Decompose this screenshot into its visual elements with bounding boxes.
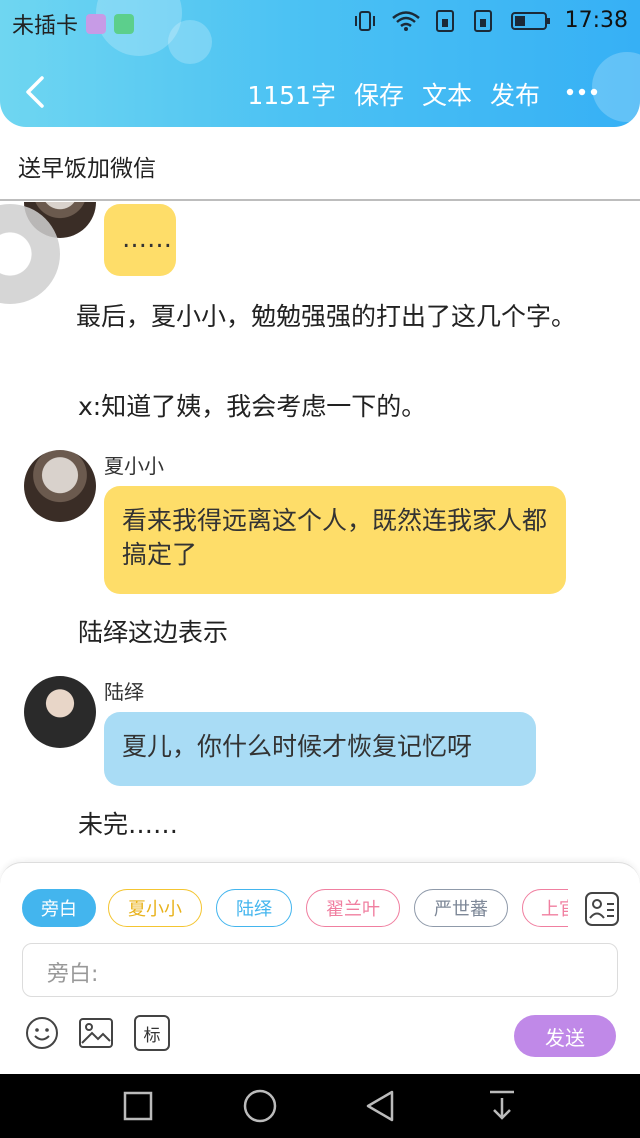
publish-button[interactable]: 发布 (490, 76, 540, 112)
image-icon[interactable] (78, 1015, 114, 1051)
chat-content[interactable]: …… 最后，夏小小，勉勉强强的打出了这几个字。 x:知道了姨，我会考虑一下的。 … (0, 202, 640, 862)
back-arrow-icon[interactable] (18, 72, 54, 112)
text-button[interactable]: 文本 (422, 76, 472, 112)
save-button[interactable]: 保存 (354, 76, 404, 112)
chat-bubble-text: 夏儿，你什么时候才恢复记忆呀 (122, 732, 473, 761)
role-chip-zhailanye[interactable]: 翟兰叶 (306, 889, 400, 927)
narration-text[interactable]: 未完…… (78, 808, 618, 842)
role-chip-luyi[interactable]: 陆绎 (216, 889, 292, 927)
narration-text[interactable]: 陆绎这边表示 (78, 616, 618, 650)
story-title-bar[interactable]: 送早饭加微信 (0, 127, 640, 201)
gallery-app-icon (86, 14, 107, 34)
chat-bubble[interactable]: …… (104, 204, 176, 276)
store-app-icon (114, 14, 135, 34)
compose-panel: 旁白 夏小小 陆绎 翟兰叶 严世蕃 上官 旁白: (0, 862, 640, 1074)
character-name: 夏小小 (104, 454, 164, 478)
word-count: 1151字 (247, 81, 336, 110)
status-bar: 未插卡 17:38 (0, 0, 640, 44)
more-icon[interactable] (564, 82, 600, 102)
system-nav-bar (0, 1074, 640, 1138)
role-chip-label: 夏小小 (128, 899, 182, 920)
tag-button[interactable]: 标 (134, 1015, 170, 1051)
contacts-icon[interactable] (584, 891, 620, 927)
role-chip-xiaxiaoxiao[interactable]: 夏小小 (108, 889, 202, 927)
sim1-icon (435, 9, 454, 32)
avatar[interactable] (24, 676, 96, 748)
send-label: 发送 (545, 1025, 585, 1050)
story-title[interactable]: 送早饭加微信 (18, 149, 156, 183)
recents-icon[interactable] (118, 1088, 158, 1124)
back-nav-icon[interactable] (360, 1088, 400, 1124)
toolbar-actions: 1151字 保存 文本 发布 (247, 76, 540, 112)
role-selector: 旁白 夏小小 陆绎 翟兰叶 严世蕃 上官 (22, 887, 568, 931)
sim2-icon (473, 9, 492, 32)
role-chip-label: 翟兰叶 (326, 899, 380, 920)
narration-text[interactable]: x:知道了姨，我会考虑一下的。 (78, 390, 618, 424)
chat-bubble[interactable]: 看来我得远离这个人，既然连我家人都搞定了 (104, 486, 566, 594)
character-name: 陆绎 (104, 680, 144, 704)
input-placeholder: 旁白: (47, 962, 99, 987)
notification-pulldown-icon[interactable] (482, 1088, 522, 1124)
role-chip-yanshifan[interactable]: 严世蕃 (414, 889, 508, 927)
vibrate-icon (354, 10, 375, 31)
message-input[interactable]: 旁白: (22, 943, 618, 997)
narration-text[interactable]: 最后，夏小小，勉勉强强的打出了这几个字。 (26, 300, 616, 334)
wifi-icon (391, 10, 420, 31)
role-chip-label: 旁白 (41, 899, 77, 920)
top-nav: 1151字 保存 文本 发布 (0, 64, 640, 120)
role-chip-label: 陆绎 (236, 899, 272, 920)
clock-time: 17:38 (564, 8, 628, 33)
role-chip-shangguan[interactable]: 上官 (522, 889, 568, 927)
chat-bubble-text: …… (122, 224, 172, 253)
tag-label: 标 (143, 1025, 161, 1046)
chat-bubble-text: 看来我得远离这个人，既然连我家人都搞定了 (122, 506, 548, 569)
role-chip-narration[interactable]: 旁白 (22, 889, 96, 927)
role-chip-label: 严世蕃 (434, 899, 488, 920)
battery-icon (510, 11, 550, 30)
carrier-text: 未插卡 (12, 14, 79, 39)
role-chip-label: 上官 (541, 899, 568, 920)
send-button[interactable]: 发送 (514, 1015, 616, 1057)
emoji-icon[interactable] (24, 1015, 60, 1051)
app-header: 未插卡 17:38 1151字 保存 文本 发布 (0, 0, 640, 127)
home-icon[interactable] (240, 1088, 280, 1124)
avatar[interactable] (24, 450, 96, 522)
chat-bubble[interactable]: 夏儿，你什么时候才恢复记忆呀 (104, 712, 536, 786)
